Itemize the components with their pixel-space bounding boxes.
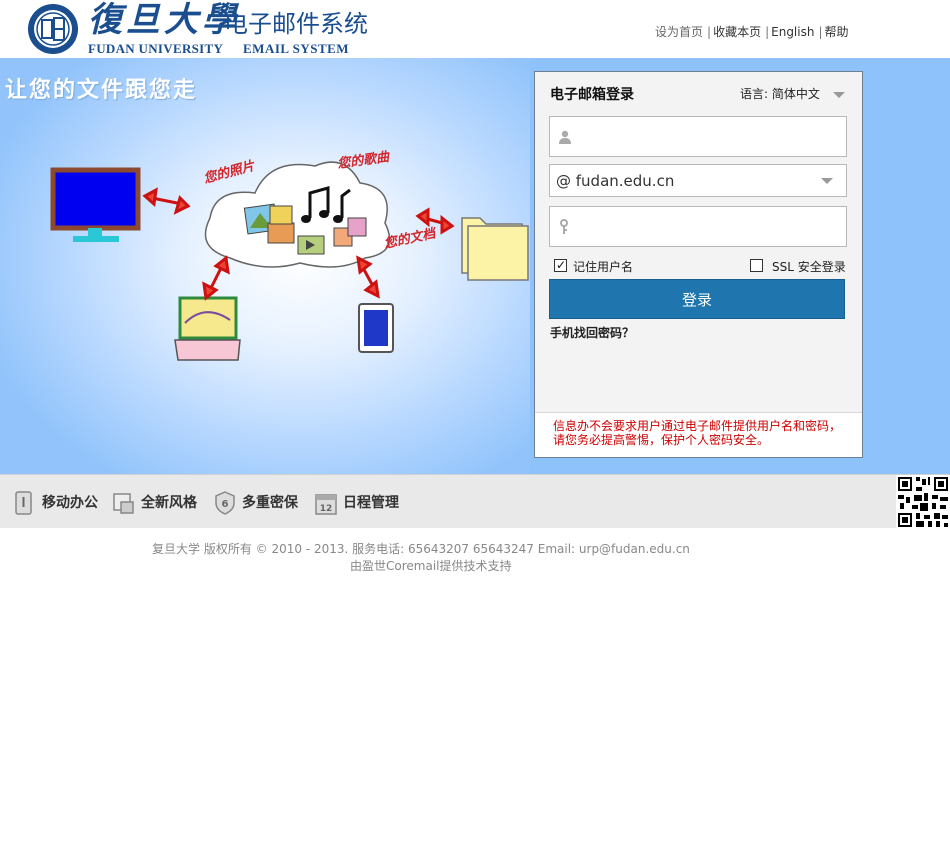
copyright-text: 复旦大学 版权所有 © 2010 - 2013. 服务电话: 65643207 … bbox=[152, 542, 690, 556]
language-value: 简体中文 bbox=[771, 87, 820, 101]
shield-icon: 6 bbox=[215, 491, 235, 515]
caption-documents: 您的文档 bbox=[383, 225, 439, 252]
top-links: 设为首页 | 收藏本页 | English | 帮助 bbox=[655, 25, 849, 39]
caption-songs: 您的歌曲 bbox=[336, 149, 392, 172]
feature-label: 移动办公 bbox=[42, 495, 98, 511]
calendar-day: 12 bbox=[320, 504, 333, 514]
feature-bar: 移动办公 全新风格 6 多重密保 12 日程管理 bbox=[0, 474, 950, 529]
calendar-icon: 12 bbox=[315, 494, 337, 515]
english-link[interactable]: English bbox=[771, 25, 814, 39]
feature-label: 全新风格 bbox=[141, 495, 197, 511]
login-panel: 电子邮箱登录 语言: 简体中文 @ fudan.edu.cn ✓ 记住用户名 S… bbox=[534, 71, 863, 458]
ssl-login-label[interactable]: SSL 安全登录 bbox=[772, 258, 846, 275]
bookmark-link[interactable]: 收藏本页 bbox=[713, 25, 761, 39]
university-name-en: FUDAN UNIVERSITY bbox=[88, 41, 224, 56]
feature-label: 日程管理 bbox=[343, 495, 399, 511]
password-input[interactable] bbox=[580, 207, 830, 246]
fudan-seal-logo-icon bbox=[28, 4, 78, 54]
set-homepage-link[interactable]: 设为首页 bbox=[655, 25, 703, 39]
domain-value: @ fudan.edu.cn bbox=[556, 172, 675, 190]
username-input[interactable] bbox=[580, 117, 830, 156]
remember-username-checkbox[interactable]: ✓ bbox=[554, 258, 567, 272]
ui-style-icon bbox=[113, 493, 134, 514]
tech-support-text: 由盈世Coremail提供技术支持 bbox=[350, 559, 512, 573]
user-icon bbox=[559, 130, 571, 144]
language-selector[interactable]: 语言: 简体中文 bbox=[740, 85, 820, 102]
password-field-wrapper bbox=[549, 206, 847, 247]
remember-username-label[interactable]: 记住用户名 bbox=[573, 258, 633, 275]
help-link[interactable]: 帮助 bbox=[825, 25, 849, 39]
system-name-en: EMAIL SYSTEM bbox=[243, 41, 350, 56]
domain-select[interactable]: @ fudan.edu.cn bbox=[549, 164, 847, 197]
security-notice: 信息办不会要求用户通过电子邮件提供用户名和密码， 请您务必提高警惕，保护个人密码… bbox=[535, 412, 862, 457]
domain-chevron-down-icon[interactable] bbox=[821, 178, 833, 184]
checkmark-icon: ✓ bbox=[556, 258, 567, 272]
language-label: 语言: bbox=[740, 87, 769, 101]
language-chevron-down-icon[interactable] bbox=[833, 92, 845, 98]
username-field-wrapper bbox=[549, 116, 847, 157]
login-button[interactable]: 登录 bbox=[549, 279, 845, 319]
feature-label: 多重密保 bbox=[242, 495, 298, 511]
qr-code-icon[interactable] bbox=[896, 475, 950, 529]
caption-photos: 您的照片 bbox=[202, 158, 257, 187]
mobile-icon bbox=[15, 491, 32, 515]
cloud-sync-illustration: 您的照片 您的歌曲 您的文档 bbox=[50, 149, 529, 361]
university-name-cn: 復旦大學 bbox=[88, 0, 240, 40]
key-icon bbox=[560, 219, 568, 234]
system-name-cn: 电子邮件系统 bbox=[224, 10, 368, 38]
login-title: 电子邮箱登录 bbox=[550, 87, 634, 103]
shield-number: 6 bbox=[222, 499, 229, 510]
header: 復旦大學 FUDAN UNIVERSITY 电子邮件系统 EMAIL SYSTE… bbox=[0, 0, 950, 58]
banner-slogan: 让您的文件跟您走 bbox=[5, 78, 198, 103]
forgot-password-link[interactable]: 手机找回密码？ bbox=[550, 324, 634, 341]
ssl-login-checkbox[interactable] bbox=[750, 259, 763, 272]
notice-line-2: 请您务必提高警惕，保护个人密码安全。 bbox=[553, 433, 770, 447]
